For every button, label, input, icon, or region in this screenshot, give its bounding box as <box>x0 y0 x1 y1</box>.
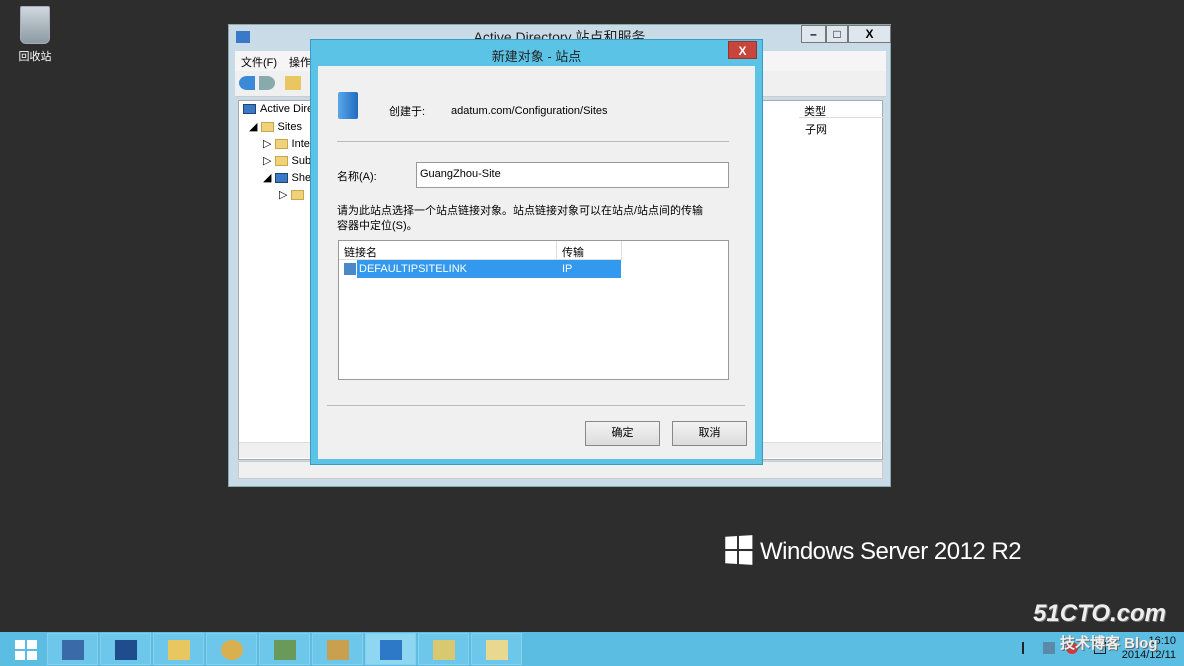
taskbar-server-manager[interactable] <box>47 633 98 665</box>
created-in-value: adatum.com/Configuration/Sites <box>451 105 608 117</box>
start-icon <box>15 640 37 660</box>
taskbar-network[interactable] <box>259 633 310 665</box>
transport-cell: IP <box>562 263 573 275</box>
tree-item-root[interactable]: Active Dire <box>243 103 313 115</box>
recycle-bin[interactable]: 回收站 <box>10 6 60 64</box>
forward-icon[interactable] <box>259 76 275 90</box>
ad-sites-icon <box>380 640 402 660</box>
taskbar-notepad[interactable] <box>471 633 522 665</box>
watermark-sub: 技术博客 Blog <box>1060 635 1158 652</box>
dialog-close-button[interactable]: X <box>728 41 757 59</box>
ad-users-icon <box>327 640 349 660</box>
instructions-line-1: 请为此站点选择一个站点链接对象。站点链接对象可以在站点/站点间的传输 <box>337 205 704 217</box>
column-header-transport[interactable]: 传输 <box>557 241 622 260</box>
tree-item-subnets[interactable]: ▷ Sub <box>263 154 311 167</box>
watermark: 51CTO.com <box>1033 600 1166 627</box>
network-icon <box>274 640 296 660</box>
site-icon <box>338 92 358 119</box>
server-manager-icon <box>62 640 84 660</box>
instructions-line-2: 容器中定位(S)。 <box>337 220 418 232</box>
divider <box>337 141 729 142</box>
ok-button[interactable]: 确定 <box>585 421 660 446</box>
menu-file[interactable]: 文件(F) <box>235 51 283 73</box>
new-site-dialog: 新建对象 - 站点 X 创建于: adatum.com/Configuratio… <box>310 39 763 465</box>
divider <box>327 405 745 406</box>
site-link-icon <box>344 263 356 275</box>
list-row[interactable]: DEFAULTIPSITELINK IP <box>357 260 621 278</box>
recycle-bin-icon <box>20 6 50 44</box>
back-icon[interactable] <box>239 76 255 90</box>
ad-domains-icon <box>433 640 455 660</box>
file-explorer-icon <box>168 640 190 660</box>
task-scheduler-icon <box>221 640 243 660</box>
recycle-bin-label: 回收站 <box>18 51 52 63</box>
name-input[interactable]: GuangZhou-Site <box>416 162 729 188</box>
start-button[interactable] <box>0 633 51 665</box>
taskbar-ad-sites[interactable] <box>365 633 416 665</box>
type-cell: 子网 <box>805 124 827 136</box>
tree-item-inter-site[interactable]: ▷ Inte <box>263 137 310 150</box>
link-name-cell: DEFAULTIPSITELINK <box>359 263 467 275</box>
flag-icon[interactable] <box>1022 642 1034 654</box>
created-in-label: 创建于: <box>389 106 426 118</box>
taskbar-task-scheduler[interactable] <box>206 633 257 665</box>
powershell-icon <box>115 640 137 660</box>
tree-item-servers[interactable]: ▷ <box>279 188 308 201</box>
taskbar-powershell[interactable] <box>100 633 151 665</box>
taskbar-file-explorer[interactable] <box>153 633 204 665</box>
taskbar-ad-users[interactable] <box>312 633 363 665</box>
dialog-title: 新建对象 - 站点 <box>491 49 582 64</box>
network-status-icon[interactable] <box>1043 642 1055 654</box>
column-header-type[interactable]: 类型 <box>799 101 883 118</box>
up-folder-icon[interactable] <box>285 76 301 90</box>
site-link-list[interactable]: 链接名 传输 DEFAULTIPSITELINK IP <box>338 240 729 380</box>
minimize-button[interactable]: – <box>801 25 826 43</box>
column-header-link-name[interactable]: 链接名 <box>339 241 557 260</box>
tree-item-site[interactable]: ◢ She <box>263 171 311 184</box>
windows-brand: Windows Server 2012 R2 <box>724 535 1022 566</box>
close-button[interactable]: X <box>848 25 891 43</box>
tree-item-sites[interactable]: ◢ Sites <box>249 120 302 133</box>
windows-logo-icon <box>725 535 753 565</box>
cancel-button[interactable]: 取消 <box>672 421 747 446</box>
taskbar-ad-domains[interactable] <box>418 633 469 665</box>
name-label: 名称(A): <box>337 171 377 183</box>
taskbar: 16:10 2014/12/11 技术博客 Blog <box>0 632 1184 666</box>
maximize-button[interactable]: □ <box>826 25 848 43</box>
notepad-icon <box>486 640 508 660</box>
